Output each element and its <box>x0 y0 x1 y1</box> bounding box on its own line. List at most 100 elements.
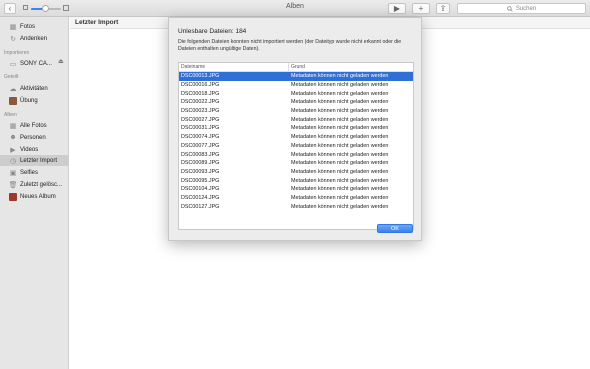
filename-cell: DSC00031.JPG <box>181 125 220 132</box>
play-button[interactable]: ▶ <box>388 3 406 14</box>
sidebar-item-label: Personen <box>20 134 46 141</box>
page-title: Letzter Import <box>75 19 119 26</box>
selfie-icon: ▣ <box>9 169 17 177</box>
filename-cell: DSC00023.JPG <box>181 108 220 115</box>
filename-cell: DSC00022.JPG <box>181 99 220 106</box>
table-header: Dateiname Grund <box>179 63 413 72</box>
sidebar-item-neues-album[interactable]: Neues Album <box>0 191 69 202</box>
reason-cell: Metadaten können nicht geladen werden <box>291 177 389 184</box>
reason-cell: Metadaten können nicht geladen werden <box>291 186 389 193</box>
table-row[interactable]: DSC00031.JPG Metadaten können nicht gelad… <box>179 124 413 133</box>
sidebar-item-label: Letzter Import <box>20 157 58 164</box>
filename-cell: DSC00095.JPG <box>181 177 220 184</box>
camera-icon: ▭ <box>9 60 17 68</box>
column-header-reason[interactable]: Grund <box>289 63 305 71</box>
sidebar-item-label: Aktivitäten <box>20 85 48 92</box>
reason-cell: Metadaten können nicht geladen werden <box>291 134 389 141</box>
reason-cell: Metadaten können nicht geladen werden <box>291 160 389 167</box>
share-button[interactable]: ⇪ <box>436 3 450 14</box>
sidebar-item-label: Alle Fotos <box>20 122 47 129</box>
person-icon: ☻ <box>9 134 17 141</box>
filename-cell: DSC00124.JPG <box>181 194 220 201</box>
memories-icon: ↻ <box>10 35 16 43</box>
reason-cell: Metadaten können nicht geladen werden <box>291 90 389 97</box>
dialog-message: Die folgenden Dateien konnten nicht impo… <box>178 39 402 52</box>
table-row[interactable]: DSC00089.JPG Metadaten können nicht gelad… <box>179 159 413 168</box>
sidebar-item-fotos[interactable]: ▦ Fotos <box>0 21 69 32</box>
play-icon: ▶ <box>393 4 401 13</box>
reason-cell: Metadaten können nicht geladen werden <box>291 125 389 132</box>
sidebar-item-label: SONY CA... <box>20 60 52 67</box>
table-row[interactable]: DSC00023.JPG Metadaten können nicht gelad… <box>179 107 413 116</box>
search-placeholder: Suchen <box>515 5 537 12</box>
table-row[interactable]: DSC00016.JPG Metadaten können nicht gelad… <box>179 81 413 90</box>
table-row[interactable]: DSC00013.JPG Metadaten können nicht gelad… <box>179 72 413 81</box>
sidebar-item-personen[interactable]: ☻ Personen <box>0 132 69 143</box>
trash-icon: 🗑 <box>8 181 18 189</box>
plus-icon: + <box>418 4 424 13</box>
table-row[interactable]: DSC00095.JPG Metadaten können nicht gelad… <box>179 176 413 185</box>
filename-cell: DSC00077.JPG <box>181 142 220 149</box>
filename-cell: DSC00074.JPG <box>181 134 220 141</box>
column-header-filename[interactable]: Dateiname <box>179 63 289 71</box>
reason-cell: Metadaten können nicht geladen werden <box>291 142 389 149</box>
sidebar-item-alle-fotos[interactable]: ▦ Alle Fotos <box>0 120 69 131</box>
reason-cell: Metadaten können nicht geladen werden <box>291 151 389 158</box>
reason-cell: Metadaten können nicht geladen werden <box>291 194 389 201</box>
sidebar-item-label: Neues Album <box>20 193 56 200</box>
table-row[interactable]: DSC00093.JPG Metadaten können nicht gelad… <box>179 168 413 177</box>
eject-icon[interactable]: ⏏ <box>58 58 64 65</box>
table-row[interactable]: DSC00022.JPG Metadaten können nicht gelad… <box>179 98 413 107</box>
filename-cell: DSC00013.JPG <box>181 73 220 80</box>
photos-icon: ▦ <box>9 23 17 31</box>
section-alben: Alben <box>4 112 17 118</box>
sidebar-item-label: Videos <box>20 146 39 153</box>
share-icon: ⇪ <box>439 4 447 13</box>
table-row[interactable]: DSC00077.JPG Metadaten können nicht gelad… <box>179 142 413 151</box>
add-button[interactable]: + <box>412 3 430 14</box>
reason-cell: Metadaten können nicht geladen werden <box>291 168 389 175</box>
sidebar-item-label: Zuletzt gelösc... <box>20 181 63 188</box>
sidebar-item-label: Übung <box>20 97 38 104</box>
filename-cell: DSC00104.JPG <box>181 186 220 193</box>
section-geteilt: Geteilt <box>4 74 19 80</box>
filename-cell: DSC00093.JPG <box>181 168 220 175</box>
sidebar-item-label: Andenken <box>20 35 48 42</box>
sidebar-item-label: Fotos <box>20 23 36 30</box>
sidebar-item-andenken[interactable]: ↻ Andenken <box>0 33 69 44</box>
reason-cell: Metadaten können nicht geladen werden <box>291 203 389 210</box>
sidebar-item-videos[interactable]: ▶ Videos <box>0 144 69 155</box>
table-row[interactable]: DSC00074.JPG Metadaten können nicht gelad… <box>179 133 413 142</box>
table-body: DSC00013.JPG Metadaten können nicht gelad… <box>179 72 413 211</box>
sidebar-item-letzter-import[interactable]: ◷ Letzter Import <box>0 155 69 166</box>
dialog-title: Unlesbare Dateien: 184 <box>178 28 247 35</box>
table-row[interactable]: DSC00104.JPG Metadaten können nicht gelad… <box>179 185 413 194</box>
table-row[interactable]: DSC00027.JPG Metadaten können nicht gelad… <box>179 115 413 124</box>
reason-cell: Metadaten können nicht geladen werden <box>291 73 389 80</box>
reason-cell: Metadaten können nicht geladen werden <box>291 108 389 115</box>
unreadable-files-dialog: Unlesbare Dateien: 184 Die folgenden Dat… <box>168 17 422 241</box>
sidebar-item-selfies[interactable]: ▣ Selfies <box>0 167 69 178</box>
section-importieren: Importieren <box>4 50 30 56</box>
search-field[interactable]: Suchen <box>457 3 586 14</box>
table-row[interactable]: DSC00124.JPG Metadaten können nicht gelad… <box>179 194 413 203</box>
cloud-icon: ☁ <box>9 85 17 93</box>
table-row[interactable]: DSC00018.JPG Metadaten können nicht gelad… <box>179 89 413 98</box>
filename-cell: DSC00083.JPG <box>181 151 220 158</box>
filename-cell: DSC00027.JPG <box>181 116 220 123</box>
album-thumb-icon <box>9 96 17 105</box>
ok-button[interactable]: OK <box>377 224 413 233</box>
reason-cell: Metadaten können nicht geladen werden <box>291 82 389 89</box>
reason-cell: Metadaten können nicht geladen werden <box>291 116 389 123</box>
sidebar-item-uebung[interactable]: Übung <box>0 95 69 106</box>
filename-cell: DSC00018.JPG <box>181 90 220 97</box>
clock-icon: ◷ <box>9 157 17 165</box>
sidebar-item-aktivitaeten[interactable]: ☁ Aktivitäten <box>0 83 69 94</box>
filename-cell: DSC00127.JPG <box>181 203 220 210</box>
files-table[interactable]: Dateiname Grund DSC00013.JPG Metadaten kö… <box>178 62 414 230</box>
filename-cell: DSC00016.JPG <box>181 82 220 89</box>
search-icon <box>507 5 513 12</box>
table-row[interactable]: DSC00083.JPG Metadaten können nicht gelad… <box>179 150 413 159</box>
table-row[interactable]: DSC00127.JPG Metadaten können nicht gelad… <box>179 202 413 211</box>
sidebar-item-zuletzt-geloescht[interactable]: 🗑 Zuletzt gelösc... <box>0 179 69 190</box>
